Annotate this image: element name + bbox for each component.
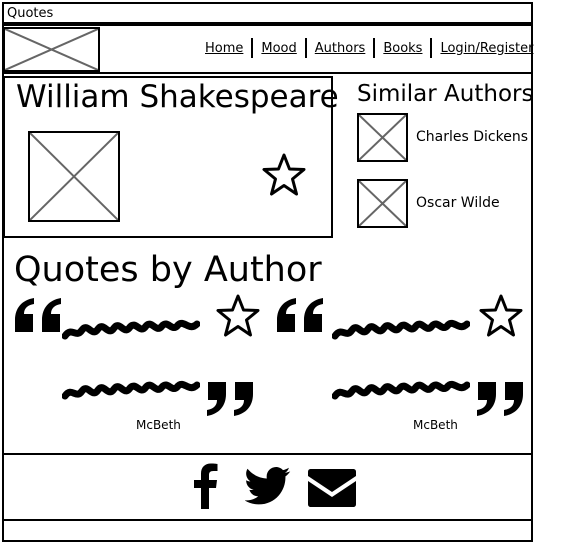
window-title: Quotes — [7, 6, 54, 21]
twitter-icon[interactable] — [244, 466, 291, 506]
quote-favorite-star-icon[interactable] — [214, 293, 262, 339]
similar-author-name: Oscar Wilde — [416, 195, 500, 211]
similar-author-item[interactable]: Oscar Wilde — [357, 178, 500, 228]
logo-image-placeholder-icon[interactable] — [3, 27, 100, 72]
facebook-icon[interactable] — [190, 463, 220, 509]
nav-books-link[interactable]: Books — [375, 41, 430, 56]
window-title-bar: Quotes — [2, 2, 533, 24]
quote-source: McBeth — [136, 418, 181, 432]
quote-text-placeholder — [331, 312, 471, 344]
close-quote-icon — [204, 378, 254, 418]
envelope-icon[interactable] — [307, 468, 357, 508]
author-image-placeholder — [28, 131, 120, 222]
author-favorite-star-icon[interactable] — [261, 152, 307, 198]
quote-text-placeholder — [331, 374, 471, 406]
author-name: William Shakespeare — [16, 79, 339, 115]
nav-mood-link[interactable]: Mood — [253, 41, 304, 56]
open-quote-icon — [14, 296, 64, 336]
quote-text-placeholder — [61, 312, 201, 344]
image-placeholder-icon — [5, 29, 98, 70]
similar-authors-title: Similar Authors — [357, 81, 534, 107]
image-placeholder-icon — [29, 132, 119, 221]
nav-home-link[interactable]: Home — [203, 41, 251, 56]
quotes-section-title: Quotes by Author — [14, 250, 322, 290]
similar-author-name: Charles Dickens — [416, 129, 528, 145]
nav-authors-link[interactable]: Authors — [307, 41, 374, 56]
open-quote-icon — [276, 296, 326, 336]
image-placeholder-icon — [357, 178, 408, 228]
main-nav: Home Mood Authors Books Login/Register — [203, 37, 541, 59]
image-placeholder-icon — [357, 112, 408, 162]
quote-favorite-star-icon[interactable] — [477, 293, 525, 339]
quote-text-placeholder — [61, 374, 201, 406]
quote-source: McBeth — [413, 418, 458, 432]
nav-login-register-link[interactable]: Login/Register — [432, 41, 541, 56]
close-quote-icon — [474, 378, 524, 418]
similar-author-item[interactable]: Charles Dickens — [357, 112, 528, 162]
